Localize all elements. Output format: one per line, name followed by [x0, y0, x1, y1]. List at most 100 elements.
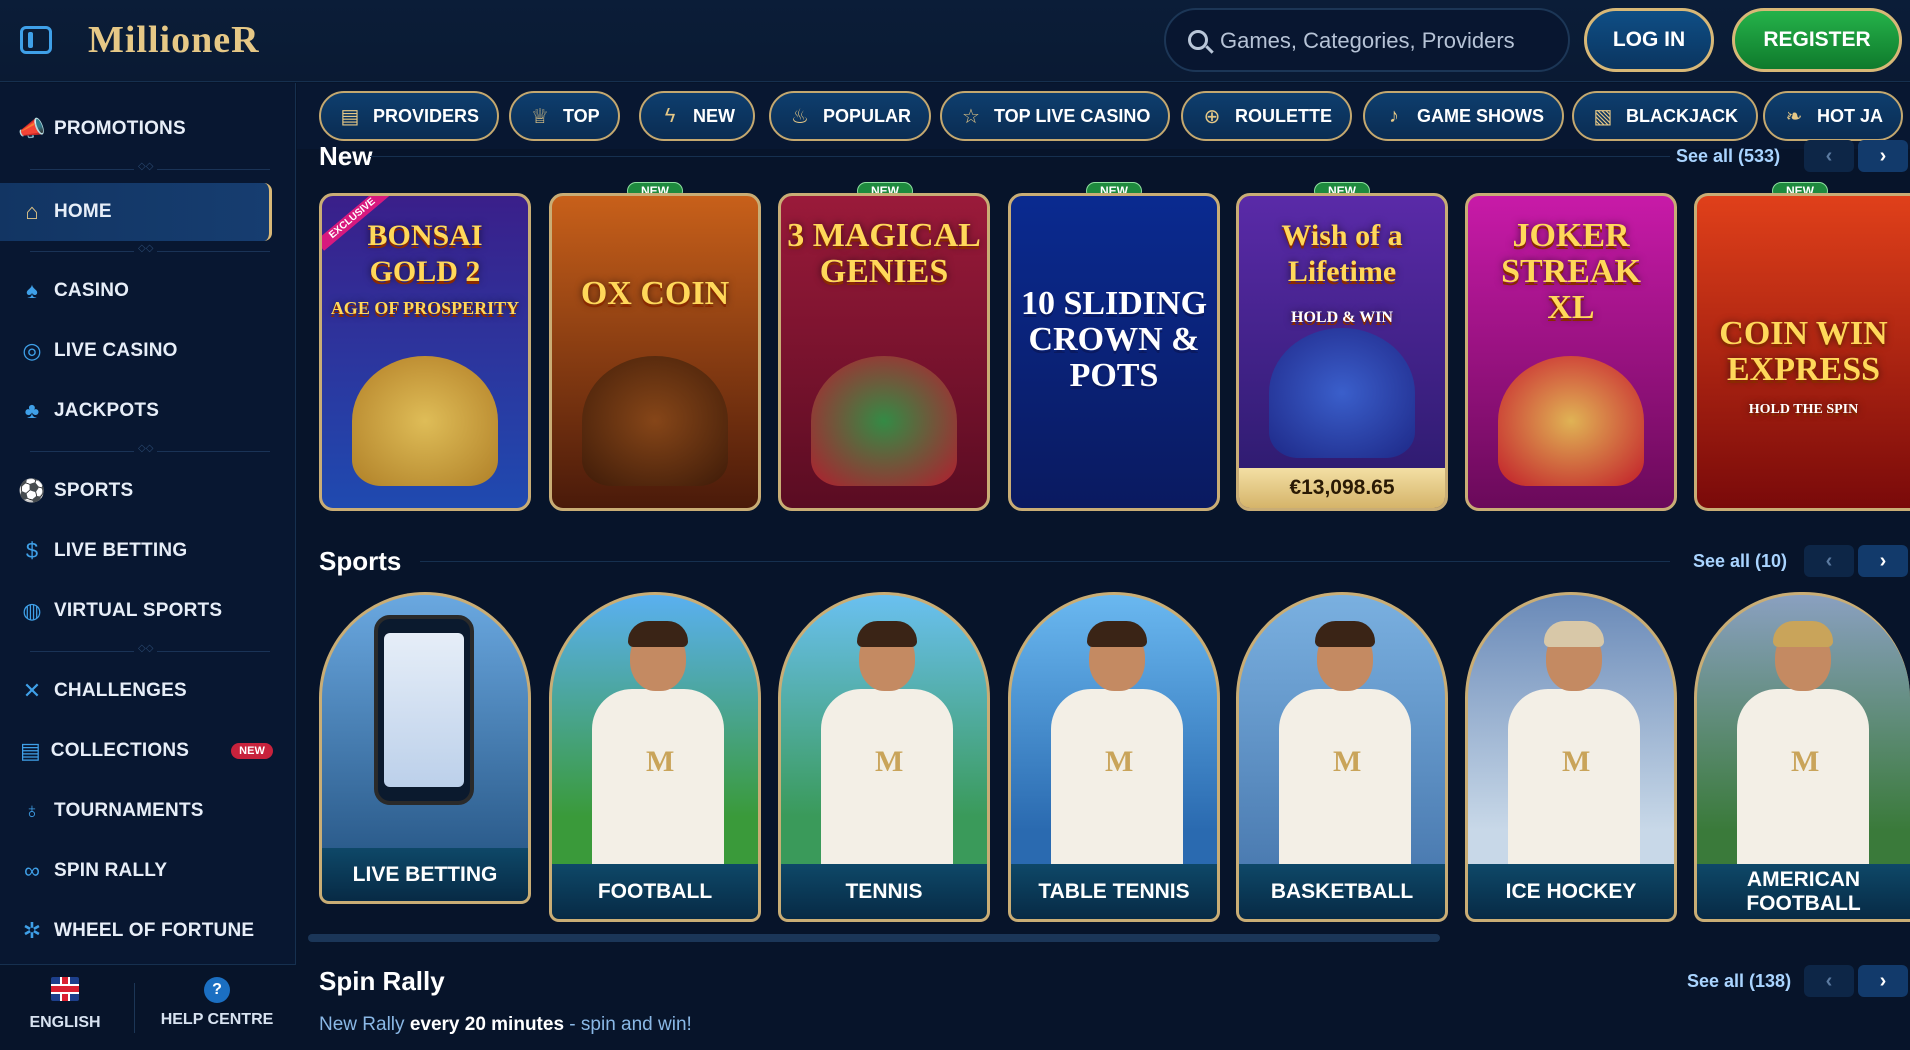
horizontal-scrollbar[interactable]	[308, 934, 1440, 942]
sport-card-tennis[interactable]: M TENNIS	[778, 592, 990, 922]
sport-label: BASKETBALL	[1236, 864, 1448, 922]
megaphone-icon: 📣	[18, 116, 46, 141]
category-chip-providers[interactable]: ▤ PROVIDERS	[319, 91, 500, 141]
see-all-sports-link[interactable]: See all (10)	[1693, 551, 1787, 572]
sidebar-divider	[30, 443, 270, 454]
category-chip-new[interactable]: ϟ NEW	[639, 91, 755, 141]
lightning-icon: ϟ	[664, 104, 676, 127]
see-all-spin-rally-link[interactable]: See all (138)	[1687, 971, 1791, 992]
game-title: BONSAI GOLD 2	[367, 219, 483, 288]
sidebar-item-jackpots[interactable]: ♣ JACKPOTS	[0, 385, 272, 437]
category-chip-top[interactable]: ♕ TOP	[509, 91, 620, 141]
category-chip-popular[interactable]: ♨ POPULAR	[769, 91, 932, 141]
sidebar-item-spin-rally[interactable]: ∞ SPIN RALLY	[0, 845, 272, 897]
game-card[interactable]: 10 SLIDING CROWN & POTS	[1008, 193, 1220, 511]
section-divider	[420, 561, 1670, 562]
game-art	[582, 356, 728, 486]
login-button[interactable]: LOG IN	[1584, 8, 1714, 72]
sidebar-item-virtual-sports[interactable]: ◍ VIRTUAL SPORTS	[0, 585, 272, 637]
sidebar-item-casino[interactable]: ♠ CASINO	[0, 265, 272, 317]
game-art	[1498, 356, 1644, 486]
section-title-sports: Sports	[319, 546, 402, 576]
player-image: M	[1508, 621, 1640, 872]
category-chip-hot-jackpots[interactable]: ❧ HOT JA	[1763, 91, 1904, 141]
wheel-icon: ✲	[22, 918, 42, 943]
sport-card-american-football[interactable]: M AMERICAN FOOTBALL	[1694, 592, 1910, 922]
search-input[interactable]	[1220, 24, 1550, 58]
language-selector[interactable]: ENGLISH	[0, 977, 130, 1032]
category-chip-game-shows[interactable]: ♪ GAME SHOWS	[1363, 91, 1565, 141]
sport-label: ICE HOCKEY	[1465, 864, 1677, 922]
chili-icon: ❧	[1785, 105, 1803, 128]
sport-image: M	[778, 592, 990, 872]
sidebar-item-label: HOME	[54, 201, 112, 222]
sport-card-table-tennis[interactable]: M TABLE TENNIS	[1008, 592, 1220, 922]
sidebar-toggle-icon[interactable]	[20, 26, 52, 54]
sidebar-item-label: JACKPOTS	[54, 400, 160, 421]
prev-arrow-button[interactable]: ‹	[1804, 140, 1854, 172]
sport-image: M	[1694, 592, 1910, 872]
sidebar-item-live-betting[interactable]: $ LIVE BETTING	[0, 525, 272, 577]
chip-label: GAME SHOWS	[1417, 105, 1545, 126]
sidebar-item-label: VIRTUAL SPORTS	[54, 600, 223, 621]
sport-card-live-betting[interactable]: LIVE BETTING	[319, 592, 531, 914]
player-image: M	[821, 621, 953, 872]
category-chip-top-live-casino[interactable]: ☆ TOP LIVE CASINO	[940, 91, 1171, 141]
sidebar-item-challenges[interactable]: ✕ CHALLENGES	[0, 665, 272, 717]
category-chip-roulette[interactable]: ⊕ ROULETTE	[1181, 91, 1352, 141]
sidebar-item-tournaments[interactable]: ♁ TOURNAMENTS	[0, 785, 272, 837]
game-card[interactable]: 3 MAGICAL GENIES	[778, 193, 990, 511]
sport-label: FOOTBALL	[549, 864, 761, 922]
game-title: Wish of a Lifetime	[1281, 219, 1403, 288]
sidebar-item-live-casino[interactable]: ◎ LIVE CASINO	[0, 325, 272, 377]
swords-icon: ✕	[22, 678, 42, 703]
prev-arrow-button[interactable]: ‹	[1804, 545, 1854, 577]
sidebar-item-label: SPORTS	[54, 480, 134, 501]
star-icon: ☆	[962, 105, 980, 128]
register-button[interactable]: REGISTER	[1732, 8, 1902, 72]
game-card[interactable]: COIN WIN EXPRESS HOLD THE SPIN	[1694, 193, 1910, 511]
game-title: JOKER STREAK XL	[1501, 217, 1641, 326]
game-card[interactable]: OX COIN	[549, 193, 761, 511]
sidebar-item-label: CHALLENGES	[54, 680, 187, 701]
sport-label: TABLE TENNIS	[1008, 864, 1220, 922]
game-title: 10 SLIDING CROWN & POTS	[1020, 285, 1208, 394]
prev-arrow-button[interactable]: ‹	[1804, 965, 1854, 997]
sidebar-item-sports[interactable]: ⚽ SPORTS	[0, 465, 272, 517]
category-chip-blackjack[interactable]: ▧ BLACKJACK	[1572, 91, 1758, 141]
sidebar-item-label: LIVE CASINO	[54, 340, 178, 361]
site-logo[interactable]: MillioneR	[88, 18, 260, 62]
section-title-spin-rally: Spin Rally	[319, 966, 445, 996]
sidebar-item-home[interactable]: ⌂ HOME	[0, 183, 272, 241]
sidebar-item-wheel-of-fortune[interactable]: ✲ WHEEL OF FORTUNE	[0, 905, 272, 957]
roulette-icon: ⊕	[1203, 105, 1221, 128]
subtitle-highlight: every 20 minutes	[409, 1014, 565, 1035]
soccer-ball-icon: ⚽	[18, 478, 46, 503]
next-arrow-button[interactable]: ›	[1858, 965, 1908, 997]
sidebar-item-promotions[interactable]: 📣 PROMOTIONS	[0, 103, 272, 155]
sport-image: M	[1465, 592, 1677, 872]
game-card[interactable]: JOKER STREAK XL	[1465, 193, 1677, 511]
sidebar-item-collections[interactable]: ▤ COLLECTIONS NEW	[0, 725, 273, 777]
game-subtitle: AGE OF PROSPERITY	[330, 298, 520, 318]
cards-icon: ▤	[20, 738, 41, 763]
see-all-new-link[interactable]: See all (533)	[1676, 146, 1780, 167]
sport-card-football[interactable]: M FOOTBALL	[549, 592, 761, 922]
game-card[interactable]: Wish of a Lifetime HOLD & WIN €13,098.65	[1236, 193, 1448, 511]
sport-label: TENNIS	[778, 864, 990, 922]
new-badge: NEW	[231, 743, 273, 759]
chip-label: POPULAR	[823, 105, 912, 126]
next-arrow-button[interactable]: ›	[1858, 545, 1908, 577]
jackpot-amount: €13,098.65	[1239, 468, 1445, 508]
game-card[interactable]: EXCLUSIVE BONSAI GOLD 2 AGE OF PROSPERIT…	[319, 193, 531, 511]
sport-card-basketball[interactable]: M BASKETBALL	[1236, 592, 1448, 922]
sport-label: AMERICAN FOOTBALL	[1694, 864, 1910, 922]
game-subtitle: HOLD THE SPIN	[1748, 402, 1859, 417]
help-centre-link[interactable]: ? HELP CENTRE	[152, 977, 282, 1029]
game-title: 3 MAGICAL GENIES	[787, 217, 981, 290]
search-box[interactable]	[1164, 8, 1570, 72]
sport-card-ice-hockey[interactable]: M ICE HOCKEY	[1465, 592, 1677, 922]
help-icon: ?	[204, 977, 230, 1003]
next-arrow-button[interactable]: ›	[1858, 140, 1908, 172]
medal-icon: ♁	[23, 798, 41, 823]
